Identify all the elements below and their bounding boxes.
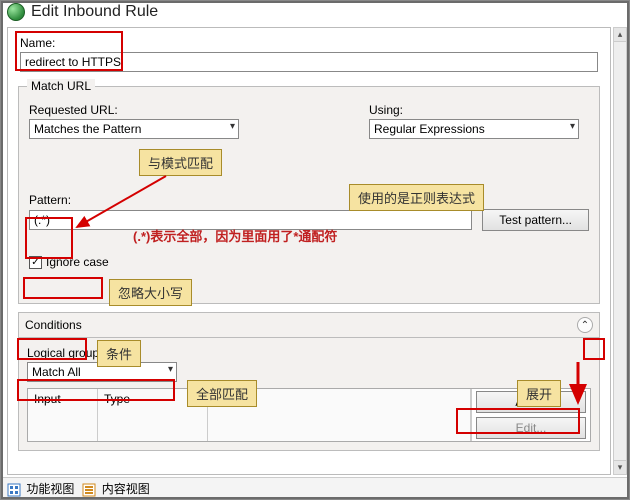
content-area: Name: Match URL Requested URL: Using: Pa…	[7, 27, 611, 475]
edit-condition-button: Edit...	[476, 417, 586, 439]
feature-view-icon	[7, 483, 21, 497]
scroll-up-icon[interactable]: ▴	[614, 28, 626, 42]
title-bar: Edit Inbound Rule	[1, 1, 629, 25]
callout-match-pattern: 与模式匹配	[139, 149, 222, 176]
using-label: Using:	[369, 103, 589, 117]
collapse-icon[interactable]: ⌃	[577, 317, 593, 333]
callout-expand: 展开	[517, 380, 561, 407]
conditions-header[interactable]: Conditions ⌃	[18, 312, 600, 338]
name-block: Name:	[8, 28, 610, 72]
name-label: Name:	[20, 36, 598, 50]
globe-icon	[7, 3, 25, 21]
name-input[interactable]	[20, 52, 598, 72]
callout-regex: 使用的是正则表达式	[349, 184, 484, 211]
feature-view-tab[interactable]: 功能视图	[7, 480, 74, 497]
vertical-scrollbar[interactable]: ▴ ▾	[613, 27, 627, 475]
ignore-case-label: Ignore case	[46, 255, 109, 269]
page-title: Edit Inbound Rule	[31, 3, 158, 21]
ignore-case-checkbox[interactable]: ✓	[29, 256, 42, 269]
pattern-label: Pattern:	[29, 193, 589, 207]
test-pattern-button[interactable]: Test pattern...	[482, 209, 589, 231]
requested-url-label: Requested URL:	[29, 103, 329, 117]
content-view-icon	[82, 483, 96, 497]
match-url-legend: Match URL	[27, 79, 95, 93]
requested-url-select[interactable]	[29, 119, 239, 139]
bottom-bar: 功能视图 内容视图	[1, 477, 629, 499]
th-input[interactable]: Input	[28, 389, 98, 441]
using-select[interactable]	[369, 119, 579, 139]
content-view-tab[interactable]: 内容视图	[82, 480, 149, 497]
callout-conditions: 条件	[97, 340, 141, 367]
callout-matchall: 全部匹配	[187, 380, 257, 407]
conditions-legend: Conditions	[25, 318, 82, 332]
conditions-table: Input Type Pattern Add... Edit...	[27, 388, 591, 442]
callout-ignorecase: 忽略大小写	[109, 279, 192, 306]
scroll-down-icon[interactable]: ▾	[614, 460, 626, 474]
callout-wildcard: (.*)表示全部，因为里面用了*通配符	[125, 223, 345, 248]
match-url-group: Match URL Requested URL: Using: Pattern:…	[18, 86, 600, 304]
